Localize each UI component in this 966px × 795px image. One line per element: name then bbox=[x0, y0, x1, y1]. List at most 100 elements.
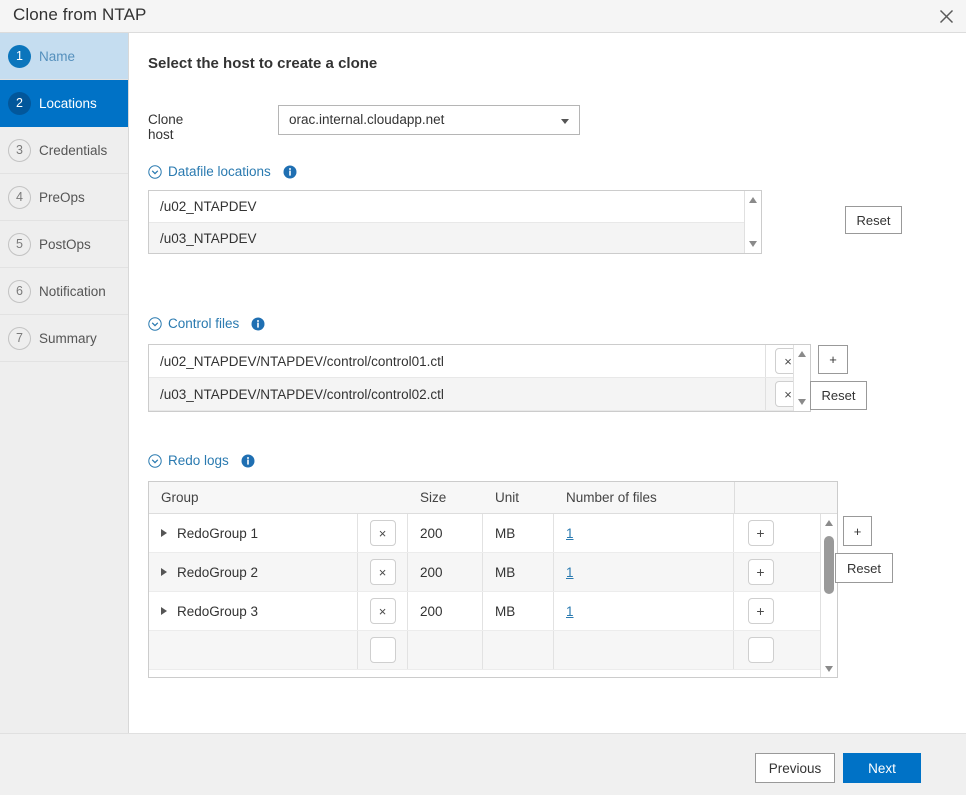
control-files-header: Control files bbox=[148, 316, 265, 331]
clone-host-value: orac.internal.cloudapp.net bbox=[289, 112, 445, 127]
sidebar-item-summary[interactable]: 7 Summary bbox=[0, 315, 128, 362]
redo-add-cell: + bbox=[734, 592, 787, 630]
redo-group-cell bbox=[149, 631, 357, 669]
add-control-file-button[interactable]: + bbox=[818, 345, 848, 374]
scroll-down-icon[interactable] bbox=[798, 399, 806, 405]
step-number: 3 bbox=[8, 138, 31, 162]
sidebar-item-name[interactable]: 1 Name bbox=[0, 33, 128, 80]
sidebar-item-label: PostOps bbox=[39, 236, 91, 252]
control-file-path: /u02_NTAPDEV/NTAPDEV/control/control01.c… bbox=[160, 353, 444, 369]
control-files-title[interactable]: Control files bbox=[168, 316, 239, 331]
number-of-files-link[interactable]: 1 bbox=[566, 526, 574, 541]
delete-redo-group-button[interactable] bbox=[369, 637, 396, 663]
step-number: 5 bbox=[8, 232, 31, 256]
table-row[interactable]: RedoGroup 3 × 200 MB 1 + bbox=[149, 592, 837, 631]
scroll-up-icon[interactable] bbox=[749, 197, 757, 203]
sidebar-item-postops[interactable]: 5 PostOps bbox=[0, 221, 128, 268]
datafile-locations-list[interactable]: /u02_NTAPDEV /u03_NTAPDEV bbox=[148, 190, 762, 254]
add-redo-group-button[interactable]: + bbox=[843, 516, 872, 546]
add-redo-file-button[interactable] bbox=[747, 637, 774, 663]
add-redo-file-button[interactable]: + bbox=[747, 520, 774, 546]
list-item[interactable]: /u02_NTAPDEV bbox=[149, 191, 761, 223]
add-redo-file-button[interactable]: + bbox=[747, 559, 774, 585]
sidebar-item-credentials[interactable]: 3 Credentials bbox=[0, 127, 128, 174]
sidebar-item-label: PreOps bbox=[39, 189, 85, 205]
redo-group-name: RedoGroup 2 bbox=[177, 564, 259, 580]
previous-button[interactable]: Previous bbox=[755, 753, 835, 783]
column-header-unit: Unit bbox=[495, 490, 520, 505]
redo-files-cell: 1 bbox=[554, 592, 734, 630]
chevron-down-icon bbox=[561, 119, 569, 124]
scrollbar-thumb[interactable] bbox=[824, 536, 834, 594]
redo-size-cell: 200 bbox=[408, 514, 483, 552]
delete-redo-group-button[interactable]: × bbox=[369, 598, 396, 624]
circle-chevron-down-icon[interactable] bbox=[148, 453, 162, 468]
circle-chevron-down-icon[interactable] bbox=[148, 164, 162, 179]
info-icon[interactable] bbox=[241, 454, 255, 468]
control-files-list[interactable]: /u02_NTAPDEV/NTAPDEV/control/control01.c… bbox=[148, 344, 811, 412]
sidebar-item-label: Name bbox=[39, 48, 76, 64]
table-header-row: Group Size Unit Number of files bbox=[149, 482, 837, 514]
step-number: 7 bbox=[8, 326, 31, 350]
expand-row-icon[interactable] bbox=[161, 607, 167, 615]
sidebar-item-label: Credentials bbox=[39, 142, 108, 158]
redo-logs-title[interactable]: Redo logs bbox=[168, 453, 229, 468]
number-of-files-link[interactable]: 1 bbox=[566, 565, 574, 580]
redo-add-cell bbox=[734, 631, 787, 669]
add-redo-file-button[interactable]: + bbox=[747, 598, 774, 624]
sidebar-item-label: Summary bbox=[39, 330, 97, 346]
delete-redo-group-button[interactable]: × bbox=[369, 559, 396, 585]
scroll-down-icon[interactable] bbox=[749, 241, 757, 247]
scroll-down-icon[interactable] bbox=[825, 666, 833, 672]
wizard-main-panel: Select the host to create a clone Clone … bbox=[130, 33, 966, 733]
expand-row-icon[interactable] bbox=[161, 568, 167, 576]
step-number: 1 bbox=[8, 44, 31, 68]
column-header-size: Size bbox=[420, 490, 447, 505]
control-files-scrollbar[interactable] bbox=[793, 345, 810, 411]
table-row[interactable]: RedoGroup 1 × 200 MB 1 + bbox=[149, 514, 837, 553]
redo-logs-reset-button[interactable]: Reset bbox=[835, 553, 893, 583]
clone-host-select[interactable]: orac.internal.cloudapp.net bbox=[278, 105, 580, 135]
redo-add-cell: + bbox=[734, 553, 787, 591]
info-icon[interactable] bbox=[283, 165, 297, 179]
redo-delete-cell: × bbox=[357, 514, 408, 552]
redo-delete-cell bbox=[357, 631, 408, 669]
control-file-row[interactable]: /u02_NTAPDEV/NTAPDEV/control/control01.c… bbox=[149, 345, 810, 378]
next-button[interactable]: Next bbox=[843, 753, 921, 783]
table-row[interactable]: RedoGroup 2 × 200 MB 1 + bbox=[149, 553, 837, 592]
datafile-locations-scrollbar[interactable] bbox=[744, 191, 761, 253]
scroll-up-icon[interactable] bbox=[825, 520, 833, 526]
scroll-up-icon[interactable] bbox=[798, 351, 806, 357]
redo-group-cell: RedoGroup 3 bbox=[149, 592, 357, 630]
redo-files-cell bbox=[554, 631, 734, 669]
redo-delete-cell: × bbox=[357, 592, 408, 630]
datafile-locations-reset-button[interactable]: Reset bbox=[845, 206, 902, 234]
sidebar-item-preops[interactable]: 4 PreOps bbox=[0, 174, 128, 221]
dialog-titlebar: Clone from NTAP bbox=[0, 0, 966, 33]
dialog-title: Clone from NTAP bbox=[13, 5, 147, 24]
wizard-step-sidebar: 1 Name 2 Locations 3 Credentials 4 PreOp… bbox=[0, 33, 129, 733]
redo-group-name: RedoGroup 3 bbox=[177, 603, 259, 619]
control-file-row[interactable]: /u03_NTAPDEV/NTAPDEV/control/control02.c… bbox=[149, 378, 810, 411]
page-title: Select the host to create a clone bbox=[148, 55, 378, 72]
sidebar-item-label: Locations bbox=[39, 95, 97, 111]
sidebar-item-locations[interactable]: 2 Locations bbox=[0, 80, 128, 127]
expand-row-icon[interactable] bbox=[161, 529, 167, 537]
number-of-files-link[interactable]: 1 bbox=[566, 604, 574, 619]
delete-redo-group-button[interactable]: × bbox=[369, 520, 396, 546]
redo-logs-header: Redo logs bbox=[148, 453, 255, 468]
redo-size-cell bbox=[408, 631, 483, 669]
redo-group-cell: RedoGroup 1 bbox=[149, 514, 357, 552]
sidebar-item-notification[interactable]: 6 Notification bbox=[0, 268, 128, 315]
redo-logs-scrollbar[interactable] bbox=[820, 514, 837, 677]
control-files-reset-button[interactable]: Reset bbox=[810, 381, 867, 410]
info-icon[interactable] bbox=[251, 317, 265, 331]
table-row-partial[interactable] bbox=[149, 631, 837, 670]
redo-unit-cell: MB bbox=[483, 514, 554, 552]
circle-chevron-down-icon[interactable] bbox=[148, 316, 162, 331]
datafile-locations-title[interactable]: Datafile locations bbox=[168, 164, 271, 179]
column-header-actions bbox=[734, 482, 787, 513]
close-icon[interactable] bbox=[932, 3, 960, 29]
step-number: 4 bbox=[8, 185, 31, 209]
list-item[interactable]: /u03_NTAPDEV bbox=[149, 223, 761, 253]
